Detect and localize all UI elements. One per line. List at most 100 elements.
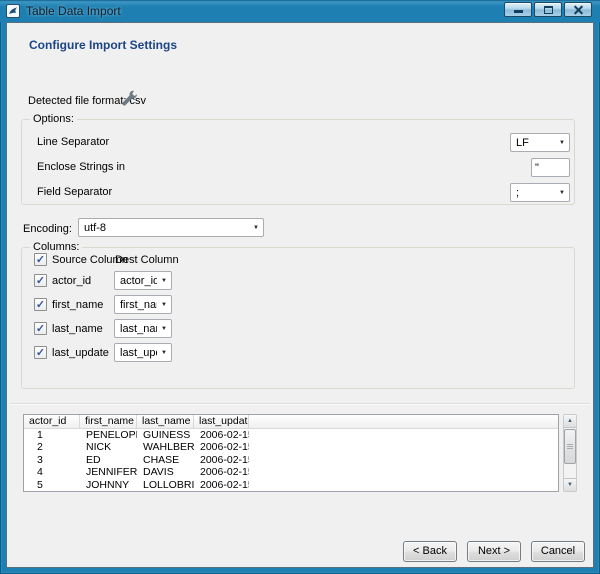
mysql-workbench-icon [6, 4, 20, 18]
table-cell: JOHNNY [86, 478, 130, 491]
titlebar[interactable]: Table Data Import [0, 0, 600, 22]
check-icon: ✓ [35, 275, 46, 287]
dest-column-value: first_name [120, 298, 157, 311]
window-title: Table Data Import [26, 4, 121, 18]
field-separator-select[interactable]: ; ▼ [510, 183, 570, 202]
table-cell: 2006-02-15... [200, 429, 249, 441]
table-cell: NICK [86, 441, 112, 454]
table-row: 1 PENELOPE GUINESS 2006-02-15... [24, 429, 558, 441]
scroll-down-icon: ▼ [567, 482, 573, 488]
source-column-label: first_name [52, 299, 104, 311]
check-icon: ✓ [35, 299, 46, 311]
chevron-down-icon: ▼ [161, 301, 167, 308]
table-row: 4 JENNIFER DAVIS 2006-02-15... [24, 466, 558, 478]
table-cell: ED [86, 453, 101, 466]
table-cell: 2006-02-15... [200, 453, 249, 466]
column-header: first_name [80, 415, 137, 428]
table-cell: 2006-02-15... [200, 466, 249, 479]
close-button[interactable] [564, 2, 592, 17]
chevron-down-icon: ▼ [559, 139, 565, 146]
close-icon [565, 3, 591, 16]
source-column-label: actor_id [52, 275, 92, 287]
table-cell: 1 [37, 429, 43, 441]
encoding-value: utf-8 [84, 221, 107, 234]
maximize-button[interactable] [534, 2, 562, 17]
column-header: last_name [137, 415, 194, 428]
scroll-down-button[interactable]: ▼ [564, 478, 576, 491]
column-header-filler [249, 415, 558, 428]
wrench-icon [122, 90, 138, 106]
scroll-up-button[interactable]: ▲ [564, 415, 576, 428]
minimize-icon [514, 10, 523, 13]
scrollbar-thumb[interactable] [564, 429, 576, 464]
dest-column-select[interactable]: first_name ▼ [114, 295, 172, 314]
file-format-options-button[interactable] [119, 89, 139, 108]
table-data-import-window: Table Data Import Configure Import Setti… [0, 0, 600, 574]
source-column-label: last_name [52, 323, 103, 335]
table-cell: 2 [37, 441, 43, 454]
column-checkbox[interactable]: ✓ [34, 322, 47, 335]
column-checkbox[interactable]: ✓ [34, 346, 47, 359]
select-all-checkbox[interactable]: ✓ [34, 253, 47, 266]
scrollbar-grip-icon [567, 444, 573, 445]
line-separator-select[interactable]: LF ▼ [510, 133, 570, 152]
line-separator-value: LF [516, 136, 529, 149]
line-separator-label: Line Separator [37, 136, 110, 148]
table-cell: GUINESS [143, 429, 191, 441]
cancel-button[interactable]: Cancel [531, 541, 585, 562]
dest-column-value: actor_id [120, 274, 158, 287]
table-row: 3 ED CHASE 2006-02-15... [24, 454, 558, 466]
dest-column-select[interactable]: last_name ▼ [114, 319, 172, 338]
next-button[interactable]: Next > [467, 541, 521, 562]
section-divider [10, 403, 590, 404]
table-cell: 4 [37, 466, 43, 479]
table-cell: 2006-02-15... [200, 441, 249, 454]
columns-group-label: Columns: [30, 240, 83, 254]
chevron-down-icon: ▼ [161, 349, 167, 356]
preview-table: actor_id first_name last_name last_updat… [23, 414, 559, 492]
page-title: Configure Import Settings [29, 38, 177, 52]
table-header-row: actor_id first_name last_name last_updat… [24, 415, 558, 429]
dialog-content: Configure Import Settings Detected file … [6, 22, 594, 568]
chevron-down-icon: ▼ [559, 189, 565, 196]
vertical-scrollbar[interactable]: ▲ ▼ [563, 414, 577, 492]
columns-group: Columns: ✓ Source Column Dest Column ✓ a… [21, 240, 575, 389]
scroll-up-icon: ▲ [567, 418, 573, 424]
dest-column-value: last_updat [120, 346, 157, 359]
table-row: 5 JOHNNY LOLLOBRIG... 2006-02-15... [24, 479, 558, 491]
table-cell: DAVIS [143, 466, 174, 479]
window-controls [504, 2, 592, 17]
options-group-label: Options: [30, 112, 77, 126]
dest-column-select[interactable]: last_updat ▼ [114, 343, 172, 362]
check-icon: ✓ [35, 254, 46, 266]
column-checkbox[interactable]: ✓ [34, 298, 47, 311]
encoding-label: Encoding: [23, 223, 72, 235]
column-header: actor_id [24, 415, 80, 428]
column-header: last_update [194, 415, 249, 428]
chevron-down-icon: ▼ [161, 277, 167, 284]
table-cell: WAHLBERG [143, 441, 194, 454]
table-cell: 5 [37, 478, 43, 491]
table-cell: JENNIFER [86, 466, 137, 479]
check-icon: ✓ [35, 347, 46, 359]
dest-column-header: Dest Column [115, 254, 179, 266]
table-cell: CHASE [143, 453, 180, 466]
encoding-select[interactable]: utf-8 ▼ [78, 218, 264, 237]
maximize-icon [544, 6, 553, 14]
source-column-label: last_update [52, 347, 109, 359]
minimize-button[interactable] [504, 2, 532, 17]
enclose-strings-label: Enclose Strings in [37, 161, 126, 173]
table-cell: LOLLOBRIG... [143, 478, 194, 491]
table-cell: 3 [37, 453, 43, 466]
options-group: Options: Line Separator LF ▼ Enclose Str… [21, 112, 575, 205]
check-icon: ✓ [35, 323, 46, 335]
back-button[interactable]: < Back [403, 541, 457, 562]
enclose-strings-input[interactable] [531, 158, 570, 177]
column-checkbox[interactable]: ✓ [34, 274, 47, 287]
dest-column-value: last_name [120, 322, 157, 335]
table-cell: PENELOPE [86, 429, 137, 441]
field-separator-value: ; [516, 186, 520, 199]
table-row: 2 NICK WAHLBERG 2006-02-15... [24, 441, 558, 453]
chevron-down-icon: ▼ [253, 224, 259, 231]
dest-column-select[interactable]: actor_id ▼ [114, 271, 172, 290]
